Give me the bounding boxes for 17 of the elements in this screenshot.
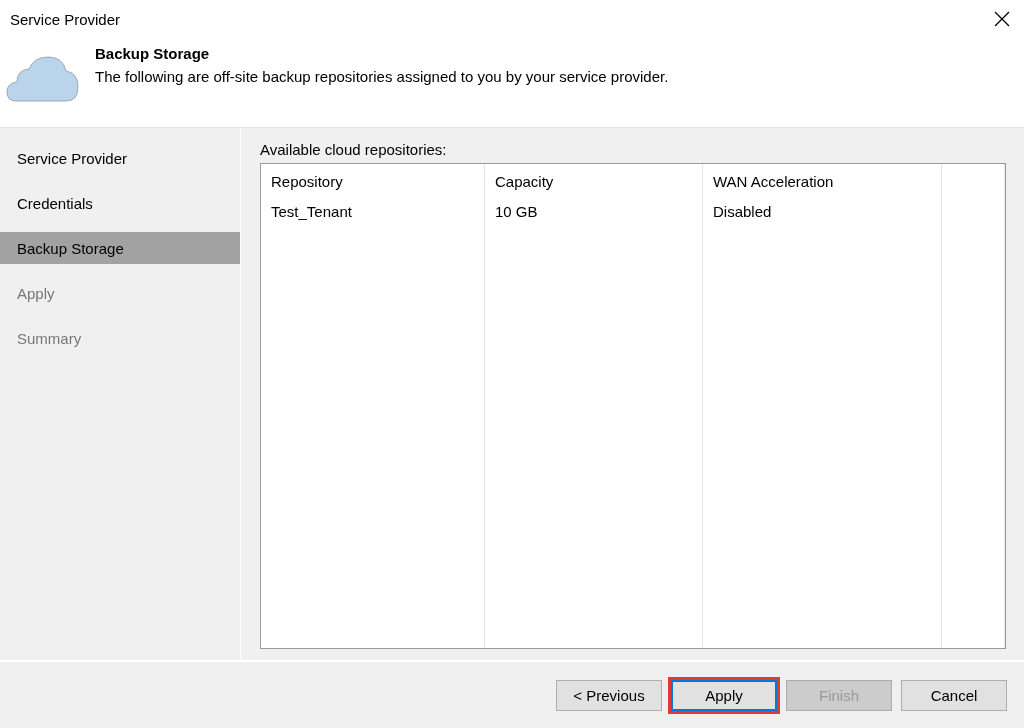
wizard-button[interactable]: < Previous — [556, 679, 662, 711]
page-title: Backup Storage — [95, 45, 211, 62]
wizard-step[interactable]: Backup Storage — [0, 232, 240, 264]
column-header[interactable]: Repository — [261, 164, 484, 198]
wizard-step[interactable]: Service Provider — [0, 142, 240, 174]
page-description: The following are off-site backup repositories assigned to you by your service provider. — [95, 68, 669, 85]
column-header[interactable]: Capacity — [485, 164, 702, 198]
table-cell-text: Disabled — [712, 201, 773, 222]
wizard-step[interactable]: Credentials — [0, 187, 240, 219]
table-cell-text: 10 GB — [494, 201, 539, 222]
wizard-button[interactable]: Apply — [671, 679, 777, 711]
cloud-icon — [6, 56, 79, 102]
table-cell-text: Test_Tenant — [270, 201, 353, 222]
wizard-button[interactable]: Cancel — [901, 679, 1007, 711]
column-header[interactable]: WAN Acceleration — [703, 164, 941, 198]
window-title: Service Provider — [10, 10, 121, 28]
repositories-label: Available cloud repositories: — [260, 141, 448, 158]
